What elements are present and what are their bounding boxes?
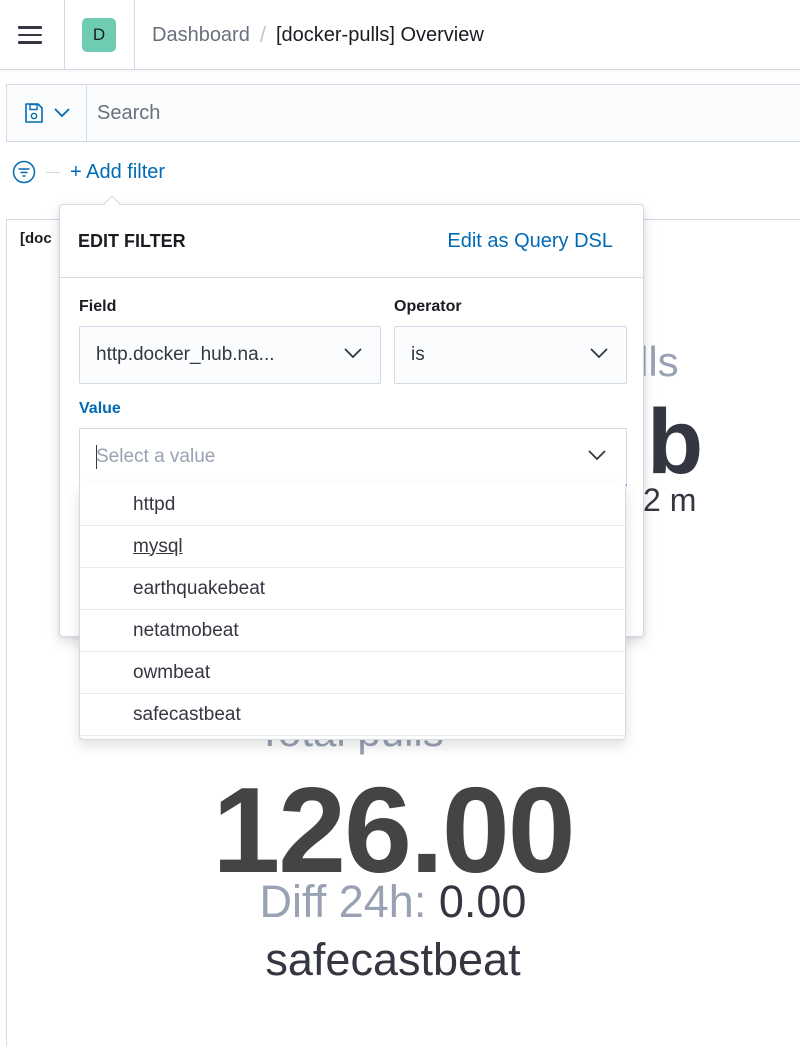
- add-filter-button[interactable]: + Add filter: [70, 161, 165, 184]
- breadcrumb-separator: /: [259, 22, 266, 47]
- breadcrumb-dashboard-link[interactable]: Dashboard: [152, 24, 250, 47]
- filter-divider: [46, 171, 60, 173]
- saved-query-button[interactable]: [7, 85, 87, 141]
- chevron-down-icon[interactable]: [588, 449, 606, 461]
- metric-diff: Diff 24h: 0.00: [7, 876, 779, 928]
- field-select[interactable]: http.docker_hub.na...: [79, 326, 381, 384]
- search-input[interactable]: [87, 85, 800, 141]
- popover-header: EDIT FILTER Edit as Query DSL: [60, 205, 643, 278]
- text-caret: [96, 445, 97, 469]
- panel-title: [doc: [20, 230, 52, 247]
- list-item[interactable]: mysql: [80, 526, 625, 568]
- query-bar: [6, 84, 800, 142]
- diff-value: 0.00: [438, 876, 527, 927]
- field-select-value: http.docker_hub.na...: [96, 344, 275, 365]
- diff-label: Diff 24h:: [259, 876, 427, 927]
- operator-select-value: is: [411, 344, 425, 365]
- filter-bar: + Add filter: [12, 158, 165, 186]
- page-title: [docker-pulls] Overview: [275, 23, 484, 46]
- list-item[interactable]: owmbeat: [80, 652, 625, 694]
- value-combobox[interactable]: [79, 428, 627, 486]
- chevron-down-icon: [53, 108, 70, 118]
- bg-metric-subtext: 2 m: [643, 482, 697, 518]
- value-options-list: httpd mysql earthquakebeat netatmobeat o…: [79, 484, 626, 740]
- save-icon: [24, 103, 43, 123]
- top-header: D Dashboard / [docker-pulls] Overview: [0, 0, 800, 70]
- filter-options-icon[interactable]: [12, 160, 36, 184]
- list-item[interactable]: earthquakebeat: [80, 568, 625, 610]
- value-input[interactable]: [80, 429, 626, 484]
- header-divider: [134, 0, 135, 70]
- metric-name: safecastbeat: [265, 934, 521, 985]
- space-avatar[interactable]: D: [82, 18, 116, 52]
- edit-query-dsl-link[interactable]: Edit as Query DSL: [447, 230, 613, 253]
- chevron-down-icon: [344, 348, 362, 359]
- edit-filter-title: EDIT FILTER: [78, 231, 186, 251]
- bg-metric-value: b: [647, 391, 704, 493]
- field-label: Field: [79, 298, 117, 315]
- list-item[interactable]: httpd: [80, 484, 625, 526]
- chevron-down-icon: [590, 348, 608, 359]
- list-item[interactable]: netatmobeat: [80, 610, 625, 652]
- bg-metric-label: lls: [639, 338, 679, 385]
- menu-icon[interactable]: [14, 20, 48, 50]
- breadcrumb: Dashboard / [docker-pulls] Overview: [152, 22, 484, 48]
- operator-select[interactable]: is: [394, 326, 627, 384]
- list-item[interactable]: safecastbeat: [80, 694, 625, 736]
- value-label: Value: [79, 400, 121, 417]
- operator-label: Operator: [394, 298, 462, 315]
- header-divider: [64, 0, 65, 70]
